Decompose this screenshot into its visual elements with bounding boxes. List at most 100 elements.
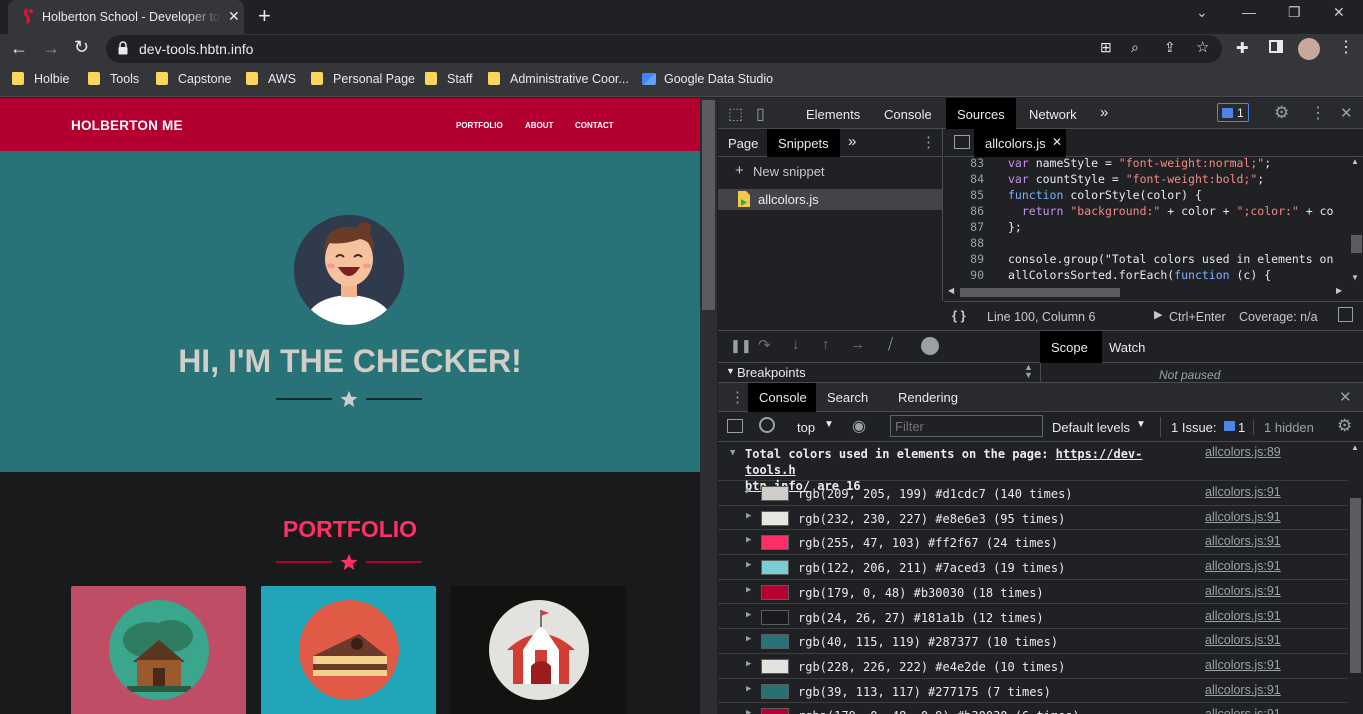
step-over-icon[interactable]: ↷: [758, 336, 771, 354]
source-link[interactable]: allcolors.js:91: [1205, 584, 1281, 598]
page-scrollbar[interactable]: [700, 98, 717, 714]
code-area[interactable]: 83 var nameStyle = "font-weight:normal;";…: [944, 157, 1349, 285]
console-scrollbar[interactable]: ▲: [1348, 443, 1363, 714]
drawer-tab-search[interactable]: Search: [827, 390, 868, 405]
expand-triangle-icon[interactable]: ▶: [746, 560, 751, 570]
bookmark-google-data-studio[interactable]: Google Data Studio: [642, 72, 773, 86]
run-snippet-icon[interactable]: ▶: [1154, 308, 1162, 321]
context-selector[interactable]: top ▼: [790, 412, 838, 441]
console-scrollbar-thumb[interactable]: [1350, 498, 1361, 673]
more-tabs-chevron-icon[interactable]: »: [1100, 104, 1108, 121]
run-shortcut[interactable]: Ctrl+Enter: [1169, 310, 1226, 324]
toggle-navigator-icon[interactable]: [954, 135, 970, 149]
chevron-down-icon[interactable]: ⌄: [1196, 4, 1208, 21]
tab-sources[interactable]: Sources: [946, 98, 1016, 129]
pause-icon[interactable]: ❚❚: [730, 338, 752, 354]
expand-triangle-icon[interactable]: ▶: [746, 486, 751, 496]
bookmark-staff[interactable]: Staff: [425, 72, 472, 86]
deactivate-breakpoints-icon[interactable]: ⧸: [888, 336, 893, 353]
devtools-close-icon[interactable]: ✕: [1340, 104, 1353, 122]
tab-close-icon[interactable]: ✕: [228, 8, 240, 25]
bookmark-personal-page[interactable]: Personal Page: [311, 72, 415, 86]
console-color-row[interactable]: ▶ rgb(24, 26, 27) #181a1b (12 times) allco…: [718, 605, 1348, 630]
extensions-icon[interactable]: ✚: [1236, 39, 1249, 57]
settings-gear-icon[interactable]: ⚙: [1274, 103, 1289, 123]
breakpoints-header[interactable]: ▼ Breakpoints ▲ ▼: [718, 363, 1040, 382]
nav-contact[interactable]: CONTACT: [575, 121, 614, 130]
line-number[interactable]: 84: [944, 172, 984, 186]
resize-arrows-icon[interactable]: ▲ ▼: [1024, 363, 1033, 380]
device-toggle-icon[interactable]: ▯: [756, 104, 765, 124]
line-number[interactable]: 89: [944, 252, 984, 266]
console-color-row[interactable]: ▶ rgb(179, 0, 48) #b30030 (18 times) allco…: [718, 580, 1348, 605]
pretty-print-icon[interactable]: { }: [952, 308, 966, 323]
bookmark-tools[interactable]: Tools: [88, 72, 139, 86]
console-group-header[interactable]: ▼ Total colors used in elements on the p…: [718, 443, 1348, 493]
scroll-up-icon[interactable]: ▲: [1351, 443, 1359, 452]
snippet-item[interactable]: allcolors.js: [718, 189, 942, 210]
bookmark-capstone[interactable]: Capstone: [156, 72, 232, 86]
console-color-row[interactable]: ▶ rgb(209, 205, 199) #d1cdc7 (140 times) a…: [718, 481, 1348, 506]
tab-scope[interactable]: Scope: [1040, 331, 1102, 363]
line-number[interactable]: 88: [944, 236, 984, 250]
scroll-right-icon[interactable]: ▶: [1336, 286, 1342, 295]
console-filter-input[interactable]: [890, 415, 1043, 437]
line-number[interactable]: 86: [944, 204, 984, 218]
source-link[interactable]: allcolors.js:91: [1205, 609, 1281, 623]
expand-triangle-icon[interactable]: ▶: [746, 659, 751, 669]
tab-watch[interactable]: Watch: [1109, 340, 1145, 355]
console-color-row[interactable]: ▶ rgb(228, 226, 222) #e4e2de (10 times) al…: [718, 654, 1348, 679]
back-icon[interactable]: ←: [10, 38, 28, 59]
editor-tab-close-icon[interactable]: ✕: [1052, 135, 1062, 149]
window-close-icon[interactable]: ✕: [1333, 4, 1345, 21]
expand-triangle-icon[interactable]: ▶: [746, 535, 751, 545]
drawer-toggle-icon[interactable]: [1338, 307, 1353, 322]
drawer-menu-icon[interactable]: ⋮: [730, 388, 745, 406]
clear-console-icon[interactable]: [759, 417, 775, 433]
bookmark-aws[interactable]: AWS: [246, 72, 296, 86]
scroll-left-icon[interactable]: ◀: [948, 286, 954, 295]
source-link[interactable]: allcolors.js:91: [1205, 707, 1281, 714]
translate-icon[interactable]: ⊞: [1100, 39, 1112, 56]
bookmark-star-icon[interactable]: ☆: [1196, 38, 1209, 56]
line-number[interactable]: 83: [944, 157, 984, 170]
source-link[interactable]: allcolors.js:91: [1205, 559, 1281, 573]
eye-icon[interactable]: ◉: [852, 416, 866, 436]
menu-dots-icon[interactable]: ⋮: [1338, 37, 1354, 57]
console-output[interactable]: ▼ Total colors used in elements on the p…: [718, 443, 1348, 714]
restore-icon[interactable]: ❐: [1288, 4, 1301, 21]
console-settings-gear-icon[interactable]: ⚙: [1337, 416, 1352, 436]
share-icon[interactable]: ⇪: [1164, 39, 1176, 56]
bookmark-holbie[interactable]: Holbie: [12, 72, 69, 86]
bookmark-administrative[interactable]: Administrative Coor...: [488, 72, 629, 86]
reload-icon[interactable]: ↻: [74, 37, 89, 58]
expand-triangle-icon[interactable]: ▶: [746, 684, 751, 694]
page-scrollbar-thumb[interactable]: [702, 100, 715, 310]
portfolio-card-circus[interactable]: [451, 586, 626, 714]
portfolio-card-cabin[interactable]: [71, 586, 246, 714]
inspect-icon[interactable]: ⬚: [728, 104, 743, 124]
issues-badge[interactable]: 1: [1217, 103, 1249, 122]
group-source-link[interactable]: allcolors.js:89: [1205, 445, 1281, 459]
nav-about[interactable]: ABOUT: [525, 121, 553, 130]
expand-triangle-icon[interactable]: ▶: [746, 511, 751, 521]
more-nav-chevron-icon[interactable]: »: [848, 133, 856, 150]
new-tab-icon[interactable]: +: [258, 3, 271, 29]
scroll-up-icon[interactable]: ▲: [1351, 157, 1359, 166]
console-sidebar-icon[interactable]: [727, 419, 743, 433]
navigator-menu-icon[interactable]: ⋮: [921, 133, 936, 151]
line-number[interactable]: 85: [944, 188, 984, 202]
drawer-tab-console[interactable]: Console: [748, 383, 816, 412]
tab-page[interactable]: Page: [728, 136, 758, 151]
console-color-row[interactable]: ▶ rgb(122, 206, 211) #7aced3 (19 times) al…: [718, 555, 1348, 580]
console-color-row[interactable]: ▶ rgb(255, 47, 103) #ff2f67 (24 times) all…: [718, 530, 1348, 556]
nav-portfolio[interactable]: PORTFOLIO: [456, 121, 503, 130]
expand-triangle-icon[interactable]: ▶: [746, 585, 751, 595]
console-color-row[interactable]: ▶ rgb(232, 230, 227) #e8e6e3 (95 times) al…: [718, 506, 1348, 531]
new-snippet-button[interactable]: + New snippet: [718, 161, 943, 183]
devtools-menu-icon[interactable]: ⋮: [1310, 103, 1326, 123]
code-horizontal-thumb[interactable]: [960, 288, 1120, 297]
expand-triangle-icon[interactable]: ▶: [746, 708, 751, 714]
drawer-tab-rendering[interactable]: Rendering: [898, 390, 958, 405]
portfolio-card-cake[interactable]: [261, 586, 436, 714]
